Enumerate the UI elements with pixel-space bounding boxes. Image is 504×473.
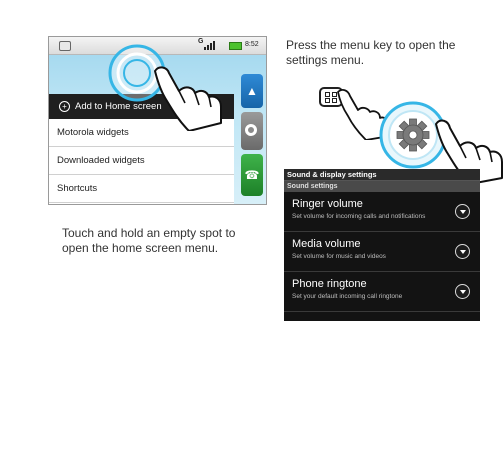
menu-item-downloaded-widgets[interactable]: Downloaded widgets xyxy=(49,147,234,175)
menu-item-shortcuts[interactable]: Shortcuts xyxy=(49,175,234,203)
home-screen-screenshot: G 8:52 ▲ ☎ + Add to Home screen Motorola… xyxy=(48,36,267,205)
settings-title: Sound & display settings xyxy=(284,169,480,181)
launcher-button[interactable] xyxy=(241,112,263,150)
status-time: 8:52 xyxy=(245,41,259,48)
phone-icon: ☎ xyxy=(244,168,260,182)
setting-title: Phone ringtone xyxy=(292,278,367,290)
add-icon: + xyxy=(59,101,70,112)
setting-ringer-volume[interactable]: Ringer volume Set volume for incoming ca… xyxy=(284,192,480,232)
notification-icon xyxy=(59,41,71,51)
setting-title: Ringer volume xyxy=(292,198,363,210)
hand-pointer-icon xyxy=(154,66,222,131)
setting-phone-ringtone[interactable]: Phone ringtone Set your default incoming… xyxy=(284,272,480,312)
setting-media-volume[interactable]: Media volume Set volume for music and vi… xyxy=(284,232,480,272)
dropdown-arrow-icon[interactable] xyxy=(455,244,470,259)
settings-screenshot: Sound & display settings Sound settings … xyxy=(284,169,480,321)
setting-title: Media volume xyxy=(292,238,361,250)
dropdown-arrow-icon[interactable] xyxy=(455,284,470,299)
home-dock: ▲ ☎ xyxy=(239,54,266,204)
battery-icon xyxy=(229,42,242,50)
setting-subtitle: Set volume for incoming calls and notifi… xyxy=(292,213,426,220)
dropdown-arrow-icon[interactable] xyxy=(455,204,470,219)
launcher-icon xyxy=(245,124,257,136)
network-indicator: G xyxy=(198,38,204,45)
contacts-icon: ▲ xyxy=(246,84,258,98)
caption-settings-menu: Press the menu key to open the settings … xyxy=(286,38,456,67)
caption-home-menu: Touch and hold an empty spot to open the… xyxy=(62,226,236,255)
contacts-button[interactable]: ▲ xyxy=(241,74,263,108)
setting-subtitle: Set your default incoming call ringtone xyxy=(292,293,403,300)
phone-button[interactable]: ☎ xyxy=(241,154,263,196)
signal-icon xyxy=(204,41,218,50)
settings-section-header: Sound settings xyxy=(284,181,480,192)
setting-subtitle: Set volume for music and videos xyxy=(292,253,386,260)
